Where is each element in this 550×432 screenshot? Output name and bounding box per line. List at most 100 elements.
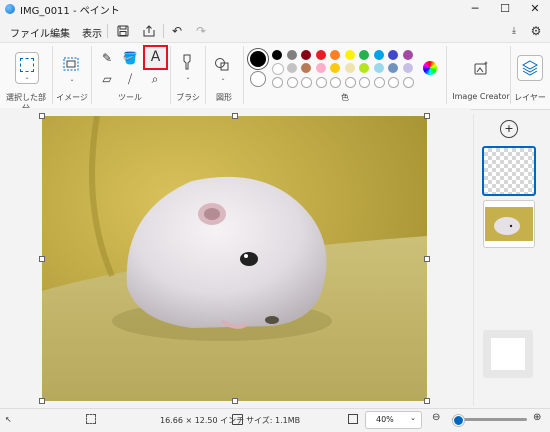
resize-handle[interactable] [424, 255, 430, 262]
zoom-out-icon[interactable]: ⊖ [432, 412, 440, 423]
eraser-icon[interactable]: ▱ [98, 70, 116, 88]
menu-separator [107, 24, 108, 38]
custom-color-slot[interactable] [272, 77, 283, 88]
minimize-button[interactable]: ─ [460, 0, 490, 18]
color-swatch[interactable] [286, 50, 297, 60]
color-swatch[interactable] [330, 50, 340, 60]
selection-button[interactable]: ⌄ [15, 52, 39, 84]
tools-group-label: ツール [118, 93, 142, 102]
shapes-group-label: 図形 [216, 93, 232, 102]
chevron-down-icon: ⌄ [69, 76, 75, 83]
color-swatch[interactable] [359, 63, 369, 73]
layer-thumbnail-blank[interactable] [483, 330, 533, 378]
canvas-image[interactable] [42, 115, 427, 401]
menu-file[interactable]: ファイル [10, 25, 50, 40]
cursor-icon: ↖ [5, 415, 12, 424]
color-picker-icon[interactable]: ⧸ [121, 70, 139, 88]
brushes-group-label: ブラシ [176, 93, 200, 102]
resize-handle[interactable] [39, 113, 45, 119]
text-tool-icon: A [150, 49, 161, 65]
custom-color-slot[interactable] [315, 77, 327, 88]
shapes-button[interactable]: ⌄ [214, 56, 232, 82]
close-button[interactable]: ✕ [520, 0, 550, 18]
color-swatch[interactable] [301, 50, 311, 60]
color-swatch[interactable] [272, 50, 282, 60]
custom-color-slot[interactable] [286, 77, 298, 88]
layers-group-label: レイヤー [514, 93, 546, 102]
ribbon-separator [205, 46, 206, 104]
resize-handle[interactable] [231, 398, 238, 404]
fill-bucket-icon[interactable]: 🪣 [121, 49, 139, 67]
color-swatch[interactable] [402, 63, 413, 73]
resize-handle[interactable] [424, 113, 430, 119]
color-swatch[interactable] [373, 63, 384, 73]
layers-button[interactable] [517, 55, 543, 81]
layer-thumbnail-transparent[interactable] [482, 146, 536, 196]
undo-icon[interactable]: ↶ [168, 22, 186, 40]
layer-thumbnail-photo[interactable] [483, 200, 535, 248]
blank-layer-preview [491, 338, 525, 370]
chevron-down-icon: ⌄ [24, 74, 30, 81]
menu-view[interactable]: 表示 [82, 25, 102, 40]
color-swatch[interactable] [286, 63, 297, 73]
zoom-slider-thumb[interactable] [452, 415, 464, 426]
color-swatch[interactable] [315, 50, 326, 60]
ribbon-separator [52, 46, 53, 104]
zoom-slider[interactable] [452, 415, 527, 426]
color-swatch[interactable] [301, 63, 311, 73]
chevron-down-icon: ⌄ [185, 74, 191, 81]
redo-icon[interactable]: ↷ [192, 22, 210, 40]
download-icon[interactable]: ⤓ [505, 22, 523, 40]
filesize-icon [232, 414, 243, 425]
custom-color-slot[interactable] [359, 77, 370, 88]
share-icon[interactable] [140, 22, 158, 40]
selection-size-icon [86, 414, 96, 424]
resize-handle[interactable] [39, 398, 45, 404]
image-button[interactable]: ⌄ [62, 56, 82, 83]
custom-color-slot[interactable] [301, 77, 312, 88]
color-swatch[interactable] [373, 50, 384, 60]
resize-handle[interactable] [39, 255, 45, 262]
custom-color-slot[interactable] [373, 77, 385, 88]
save-icon[interactable] [114, 22, 132, 40]
color-swatch[interactable] [388, 63, 398, 73]
color-wheel-icon[interactable] [423, 61, 437, 75]
color-swatch[interactable] [388, 50, 398, 60]
text-tool-button[interactable]: A [143, 45, 168, 70]
pencil-icon[interactable]: ✎ [98, 49, 116, 67]
zoom-select[interactable]: 40% ⌄ [365, 411, 422, 429]
image-creator-label: Image Creator [452, 92, 510, 101]
color-swatch[interactable] [330, 63, 340, 73]
color-swatch[interactable] [344, 50, 355, 60]
fit-to-window-icon[interactable] [348, 414, 358, 424]
file-size: サイズ: 1.1MB [246, 416, 301, 425]
zoom-value: 40% [376, 415, 394, 424]
resize-handle[interactable] [231, 113, 238, 119]
brush-button[interactable]: ⌄ [181, 54, 195, 81]
colors-group-label: 色 [341, 93, 349, 102]
color-swatch[interactable] [315, 63, 326, 73]
ribbon-separator [170, 46, 171, 104]
custom-color-slot[interactable] [330, 77, 341, 88]
custom-color-slot[interactable] [388, 77, 399, 88]
magnifier-icon[interactable]: ⌕ [146, 70, 164, 88]
zoom-in-icon[interactable]: ⊕ [533, 412, 541, 423]
chevron-down-icon: ⌄ [220, 75, 226, 82]
color-swatch[interactable] [402, 50, 413, 60]
color2-selector[interactable] [250, 71, 266, 87]
gear-icon[interactable]: ⚙ [527, 22, 545, 40]
ribbon-separator [91, 46, 92, 104]
color-swatch[interactable] [272, 63, 284, 75]
add-layer-button[interactable]: + [500, 120, 518, 138]
resize-handle[interactable] [424, 398, 430, 404]
custom-color-slot[interactable] [344, 77, 356, 88]
maximize-button[interactable]: ☐ [490, 0, 520, 18]
menu-separator [163, 24, 164, 38]
image-creator-icon[interactable] [473, 60, 491, 78]
custom-color-slot[interactable] [402, 77, 414, 88]
app-icon [5, 4, 15, 14]
color1-selector[interactable] [248, 49, 268, 69]
color-swatch[interactable] [344, 63, 355, 73]
color-swatch[interactable] [359, 50, 369, 60]
menu-edit[interactable]: 編集 [50, 25, 70, 40]
